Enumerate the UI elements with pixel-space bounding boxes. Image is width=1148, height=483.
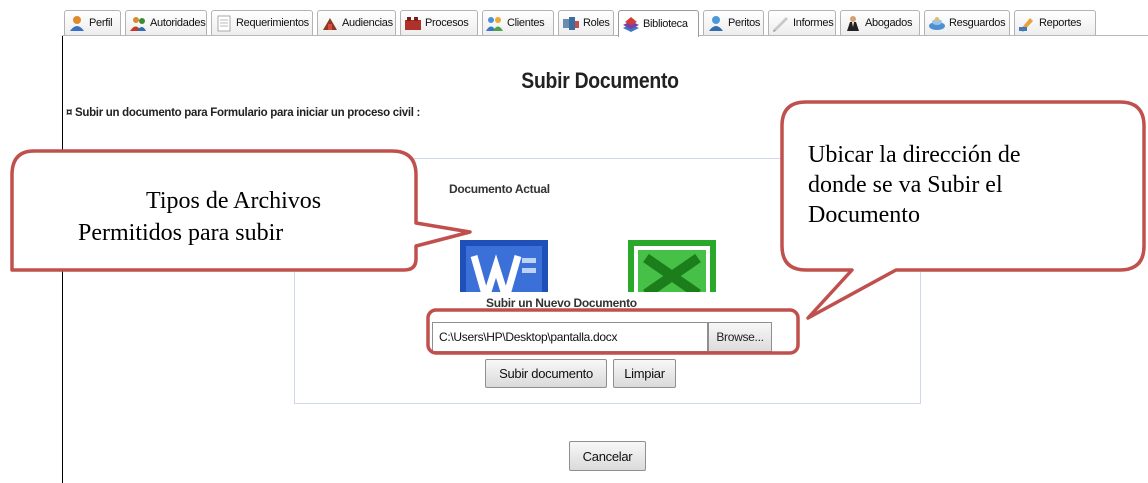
tab-label: Reportes bbox=[1039, 17, 1082, 29]
new-document-label: Subir un Nuevo Documento bbox=[486, 296, 637, 307]
browse-button[interactable]: Browse... bbox=[708, 322, 772, 352]
tab-audiencias[interactable]: Audiencias bbox=[317, 10, 396, 35]
process-icon bbox=[404, 15, 422, 32]
lawyer-icon bbox=[844, 15, 862, 32]
tab-label: Autoridades bbox=[150, 17, 206, 29]
tab-label: Procesos bbox=[425, 17, 469, 29]
tab-informes[interactable]: Informes bbox=[768, 10, 836, 35]
tab-reportes[interactable]: Reportes bbox=[1014, 10, 1096, 35]
tab-abogados[interactable]: Abogados bbox=[840, 10, 920, 35]
tab-requerimientos[interactable]: Requerimientos bbox=[211, 10, 313, 35]
tab-label: Resguardos bbox=[949, 17, 1006, 29]
tab-procesos[interactable]: Procesos bbox=[400, 10, 478, 35]
tab-label: Audiencias bbox=[342, 17, 393, 29]
roles-icon bbox=[562, 15, 580, 32]
left-callout-line2: Permitidos para subir bbox=[78, 220, 284, 246]
expert-icon bbox=[707, 15, 725, 32]
tab-label: Perfil bbox=[89, 17, 113, 29]
clients-icon bbox=[486, 15, 504, 32]
tab-biblioteca[interactable]: Biblioteca bbox=[618, 10, 699, 37]
tab-label: Biblioteca bbox=[643, 18, 688, 30]
tab-label: Clientes bbox=[507, 17, 545, 29]
authorities-icon bbox=[129, 15, 147, 32]
page-title: Subir Documento bbox=[521, 68, 679, 93]
tab-label: Roles bbox=[583, 17, 610, 29]
excel-icon bbox=[624, 236, 720, 292]
library-icon bbox=[622, 16, 640, 33]
user-icon bbox=[68, 15, 86, 32]
tab-label: Requerimientos bbox=[236, 17, 309, 29]
tab-bar: Perfil Autoridades Requerimientos Audien… bbox=[62, 10, 1148, 37]
left-callout-line1: Tipos de Archivos bbox=[146, 188, 322, 214]
tab-label: Informes bbox=[793, 17, 834, 29]
pencil-icon bbox=[1018, 15, 1036, 32]
tab-autoridades[interactable]: Autoridades bbox=[125, 10, 207, 35]
upload-document-button[interactable]: Subir documento bbox=[485, 359, 607, 388]
right-callout-line3: Documento bbox=[808, 202, 920, 228]
file-path-input[interactable]: C:\Users\HP\Desktop\pantalla.docx bbox=[432, 322, 708, 352]
cancel-button[interactable]: Cancelar bbox=[569, 441, 646, 471]
safeguard-icon bbox=[928, 15, 946, 32]
document-icon bbox=[215, 15, 233, 32]
gavel-icon bbox=[321, 15, 339, 32]
page-subtitle: ¤ Subir un documento para Formulario par… bbox=[66, 107, 421, 119]
tab-peritos[interactable]: Peritos bbox=[703, 10, 764, 35]
tab-clientes[interactable]: Clientes bbox=[482, 10, 554, 35]
tab-perfil[interactable]: Perfil bbox=[64, 10, 121, 35]
current-document-label: Documento Actual bbox=[449, 182, 550, 196]
content-left-border bbox=[62, 36, 63, 483]
right-callout-text: Ubicar la dirección de donde se va Subir… bbox=[808, 140, 1128, 230]
tab-roles[interactable]: Roles bbox=[558, 10, 614, 35]
right-callout-line1: Ubicar la dirección de bbox=[808, 142, 1021, 168]
word-icon bbox=[456, 236, 552, 292]
clear-button[interactable]: Limpiar bbox=[613, 359, 676, 388]
tab-label: Peritos bbox=[728, 17, 761, 29]
tab-label: Abogados bbox=[865, 17, 913, 29]
reports-icon bbox=[772, 15, 790, 32]
right-callout-line2: donde se va Subir el bbox=[808, 172, 1003, 198]
tab-resguardos[interactable]: Resguardos bbox=[924, 10, 1010, 35]
